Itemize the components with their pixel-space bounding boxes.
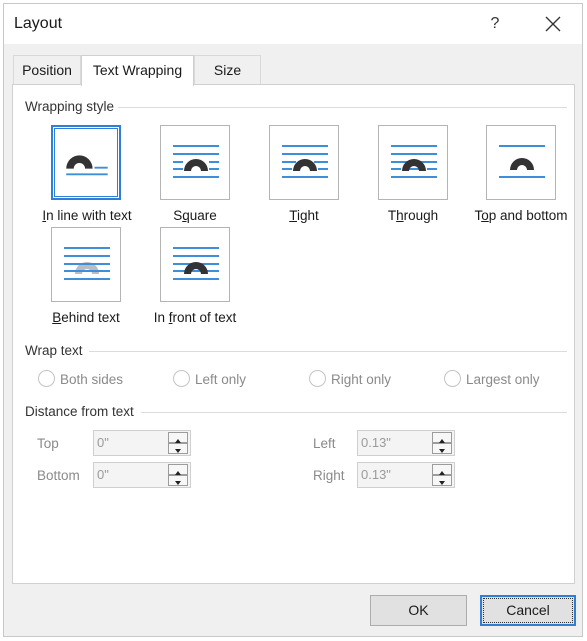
wrap-label-square: Square: [173, 208, 217, 223]
spin-down-button[interactable]: [168, 443, 188, 454]
group-divider: [89, 351, 567, 352]
radio-label-right-only: Right only: [331, 372, 392, 387]
radio-largest-only[interactable]: [444, 370, 461, 387]
spin-up-button[interactable]: [168, 464, 188, 475]
cancel-button[interactable]: Cancel: [480, 595, 576, 626]
wrap-label-top-bottom: Top and bottom: [474, 208, 568, 223]
text-wrapping-panel: Wrapping style In line with text Square …: [12, 84, 575, 584]
tab-position[interactable]: Position: [13, 55, 81, 85]
behind-text-wrap-icon: [64, 247, 110, 280]
radio-right-only[interactable]: [309, 370, 326, 387]
radio-label-left-only: Left only: [195, 372, 247, 387]
radio-label-largest-only: Largest only: [466, 372, 540, 387]
layout-dialog: Layout ? Position Text Wrapping Size Wra…: [3, 3, 583, 637]
tight-wrap-icon: [282, 145, 328, 178]
inline-wrap-icon: [66, 155, 108, 176]
spin-up-button[interactable]: [168, 432, 188, 443]
close-icon: [545, 16, 561, 32]
wrap-option-through[interactable]: [378, 125, 448, 200]
arrow-down-icon: [439, 449, 445, 453]
wrap-label-inline: In line with text: [42, 208, 132, 223]
top-distance-spinner[interactable]: 0": [93, 430, 191, 456]
spin-down-button[interactable]: [432, 475, 452, 486]
wrap-label-in-front: In front of text: [153, 310, 237, 325]
spin-up-button[interactable]: [432, 432, 452, 443]
radio-both-sides[interactable]: [38, 370, 55, 387]
dialog-title: Layout: [14, 15, 63, 32]
top-distance-value: 0": [97, 435, 109, 450]
close-button[interactable]: [538, 10, 568, 38]
radio-label-both-sides: Both sides: [60, 372, 124, 387]
wrap-label-through: Through: [387, 208, 439, 223]
bottom-distance-label: Bottom: [37, 468, 80, 483]
arrow-down-icon: [175, 481, 181, 485]
left-distance-label: Left: [313, 436, 336, 451]
wrap-option-inline[interactable]: [51, 125, 121, 200]
group-divider: [141, 412, 567, 413]
help-icon: ?: [490, 15, 500, 32]
square-wrap-icon: [173, 145, 219, 178]
wrap-option-square[interactable]: [160, 125, 230, 200]
left-distance-value: 0.13": [361, 435, 391, 450]
right-distance-value: 0.13": [361, 467, 391, 482]
wrapping-style-heading: Wrapping style: [25, 99, 119, 114]
spin-down-button[interactable]: [168, 475, 188, 486]
through-wrap-icon: [391, 145, 437, 178]
arrow-down-icon: [175, 449, 181, 453]
left-distance-spinner[interactable]: 0.13": [357, 430, 455, 456]
wrap-text-heading: Wrap text: [25, 343, 87, 358]
tab-size[interactable]: Size: [194, 55, 261, 85]
tab-text-wrapping[interactable]: Text Wrapping: [81, 55, 194, 86]
spin-down-button[interactable]: [432, 443, 452, 454]
in-front-wrap-icon: [173, 247, 219, 280]
wrap-option-tight[interactable]: [269, 125, 339, 200]
wrap-option-top-bottom[interactable]: [486, 125, 556, 200]
spin-up-button[interactable]: [432, 464, 452, 475]
help-button[interactable]: ?: [480, 10, 510, 38]
right-distance-label: Right: [313, 468, 345, 483]
top-distance-label: Top: [37, 436, 59, 451]
wrap-option-behind-text[interactable]: [51, 227, 121, 302]
group-divider: [117, 107, 567, 108]
distance-heading: Distance from text: [25, 404, 138, 419]
wrap-label-behind-text: Behind text: [52, 310, 120, 325]
ok-button[interactable]: OK: [370, 595, 467, 626]
wrap-option-in-front[interactable]: [160, 227, 230, 302]
radio-left-only[interactable]: [173, 370, 190, 387]
arrow-down-icon: [439, 481, 445, 485]
top-bottom-wrap-icon: [499, 145, 545, 178]
bottom-distance-spinner[interactable]: 0": [93, 462, 191, 488]
right-distance-spinner[interactable]: 0.13": [357, 462, 455, 488]
wrap-label-tight: Tight: [289, 208, 319, 223]
title-bar: Layout ?: [4, 4, 582, 44]
bottom-distance-value: 0": [97, 467, 109, 482]
